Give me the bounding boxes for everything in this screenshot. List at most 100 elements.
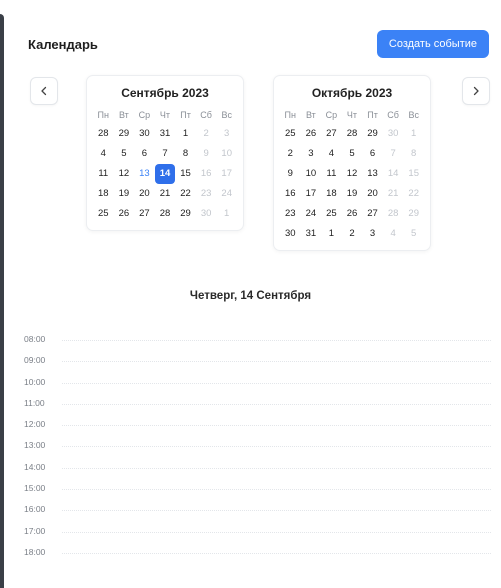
calendar-day[interactable]: 29 — [114, 124, 135, 144]
calendar-day[interactable]: 6 — [134, 144, 155, 164]
time-slot[interactable]: 12:00 — [24, 419, 491, 440]
calendar-day[interactable]: 24 — [216, 184, 237, 204]
time-label: 11:00 — [24, 397, 45, 408]
calendar-day[interactable]: 9 — [196, 144, 217, 164]
calendar-day[interactable]: 29 — [175, 204, 196, 224]
calendar-day[interactable]: 22 — [175, 184, 196, 204]
calendar-day-selected[interactable]: 14 — [154, 164, 176, 184]
create-event-button[interactable]: Создать событие — [376, 30, 489, 58]
calendar-month-september: Сентябрь 2023 Пн Вт Ср Чт Пт Сб Вс 28 29… — [86, 75, 244, 231]
calendar-day[interactable]: 7 — [383, 144, 404, 164]
calendar-day[interactable]: 18 — [93, 184, 114, 204]
calendar-day[interactable]: 5 — [342, 144, 363, 164]
calendar-day[interactable]: 19 — [342, 184, 363, 204]
time-slot[interactable]: 18:00 — [24, 547, 491, 568]
calendar-day[interactable]: 14 — [383, 164, 404, 184]
slot-divider — [62, 489, 491, 491]
time-slot[interactable]: 09:00 — [24, 355, 491, 376]
next-month-button[interactable] — [462, 77, 490, 105]
calendar-day[interactable]: 25 — [280, 124, 301, 144]
calendar-day[interactable]: 12 — [342, 164, 363, 184]
time-slot[interactable]: 15:00 — [24, 483, 491, 504]
calendar-day[interactable]: 4 — [321, 144, 342, 164]
calendar-day[interactable]: 1 — [175, 124, 196, 144]
slot-divider — [62, 382, 491, 384]
time-slot[interactable]: 11:00 — [24, 398, 491, 419]
calendar-day[interactable]: 28 — [383, 204, 404, 224]
calendar-day[interactable]: 27 — [134, 204, 155, 224]
calendar-day[interactable]: 4 — [93, 144, 114, 164]
prev-month-button[interactable] — [30, 77, 58, 105]
calendar-day[interactable]: 17 — [301, 184, 322, 204]
calendar-day[interactable]: 9 — [280, 164, 301, 184]
calendar-day[interactable]: 19 — [114, 184, 135, 204]
calendar-day[interactable]: 16 — [280, 184, 301, 204]
calendar-day[interactable]: 11 — [93, 164, 114, 184]
calendar-day[interactable]: 26 — [114, 204, 135, 224]
calendar-day-today[interactable]: 13 — [134, 164, 155, 184]
time-slot[interactable]: 13:00 — [24, 440, 491, 461]
calendar-day[interactable]: 29 — [362, 124, 383, 144]
slot-divider — [62, 467, 491, 469]
calendar-day[interactable]: 29 — [403, 204, 424, 224]
calendar-day[interactable]: 1 — [403, 124, 424, 144]
calendar-day[interactable]: 8 — [403, 144, 424, 164]
weekday-label: Чт — [346, 110, 358, 120]
calendar-day[interactable]: 3 — [301, 144, 322, 164]
calendar-day[interactable]: 23 — [196, 184, 217, 204]
calendar-day[interactable]: 28 — [93, 124, 114, 144]
calendar-day[interactable]: 3 — [362, 224, 383, 244]
calendar-day[interactable]: 1 — [321, 224, 342, 244]
calendar-day[interactable]: 25 — [321, 204, 342, 224]
calendar-day[interactable]: 27 — [321, 124, 342, 144]
calendar-day[interactable]: 4 — [383, 224, 404, 244]
calendar-day[interactable]: 2 — [196, 124, 217, 144]
time-slot[interactable]: 10:00 — [24, 377, 491, 398]
calendar-day[interactable]: 24 — [301, 204, 322, 224]
calendar-day[interactable]: 18 — [321, 184, 342, 204]
calendar-day[interactable]: 30 — [280, 224, 301, 244]
calendar-day[interactable]: 2 — [280, 144, 301, 164]
calendar-day[interactable]: 28 — [342, 124, 363, 144]
calendar-day[interactable]: 31 — [301, 224, 322, 244]
calendar-day[interactable]: 8 — [175, 144, 196, 164]
chevron-right-icon — [473, 86, 479, 96]
calendar-day[interactable]: 2 — [342, 224, 363, 244]
calendar-day[interactable]: 13 — [362, 164, 383, 184]
weekday-label: Вс — [408, 110, 419, 120]
calendar-day[interactable]: 27 — [362, 204, 383, 224]
time-slot[interactable]: 08:00 — [24, 334, 491, 355]
calendar-day[interactable]: 21 — [383, 184, 404, 204]
calendar-day[interactable]: 17 — [216, 164, 237, 184]
calendar-day[interactable]: 22 — [403, 184, 424, 204]
time-slot[interactable]: 16:00 — [24, 504, 491, 525]
calendar-day[interactable]: 5 — [403, 224, 424, 244]
calendar-day[interactable]: 30 — [196, 204, 217, 224]
calendar-day[interactable]: 30 — [383, 124, 404, 144]
calendar-day[interactable]: 16 — [196, 164, 217, 184]
calendar-day[interactable]: 20 — [362, 184, 383, 204]
calendar-day[interactable]: 25 — [93, 204, 114, 224]
weekday-label: Пт — [180, 110, 191, 120]
calendar-day[interactable]: 23 — [280, 204, 301, 224]
calendar-day[interactable]: 20 — [134, 184, 155, 204]
calendar-day[interactable]: 26 — [301, 124, 322, 144]
calendar-day[interactable]: 5 — [114, 144, 135, 164]
calendar-day[interactable]: 6 — [362, 144, 383, 164]
calendar-day[interactable]: 15 — [175, 164, 196, 184]
calendar-day[interactable]: 10 — [301, 164, 322, 184]
calendar-day[interactable]: 31 — [155, 124, 176, 144]
calendar-day[interactable]: 11 — [321, 164, 342, 184]
time-slot[interactable]: 17:00 — [24, 526, 491, 547]
calendar-day[interactable]: 15 — [403, 164, 424, 184]
calendar-day[interactable]: 21 — [155, 184, 176, 204]
calendar-day[interactable]: 7 — [155, 144, 176, 164]
calendar-day[interactable]: 26 — [342, 204, 363, 224]
calendar-day[interactable]: 10 — [216, 144, 237, 164]
time-slot[interactable]: 14:00 — [24, 462, 491, 483]
calendar-day[interactable]: 3 — [216, 124, 237, 144]
calendar-day[interactable]: 1 — [216, 204, 237, 224]
calendar-day[interactable]: 28 — [155, 204, 176, 224]
calendar-day[interactable]: 30 — [134, 124, 155, 144]
calendar-day[interactable]: 12 — [114, 164, 135, 184]
